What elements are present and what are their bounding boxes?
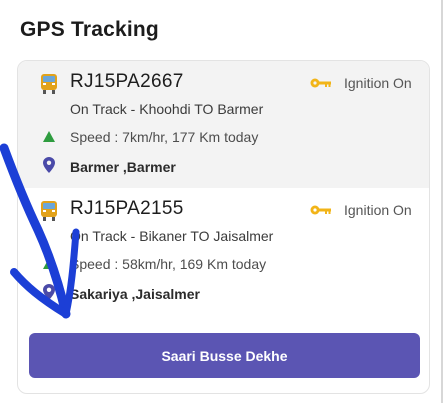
page-title: GPS Tracking: [20, 18, 159, 41]
ignition-status: Ignition On: [344, 75, 412, 91]
speed-up-arrow-icon: [43, 258, 55, 269]
speed-up-arrow-icon: [43, 131, 55, 142]
bus-icon: [41, 74, 57, 94]
vehicle-list-card: RJ15PA2667 Ignition On On Track - Khoohd…: [17, 60, 430, 394]
key-icon: [310, 78, 331, 88]
ignition-status: Ignition On: [344, 202, 412, 218]
vehicle-reg-number: RJ15PA2667: [70, 71, 184, 92]
vehicle-location: Sakariya ,Jaisalmer: [70, 286, 200, 302]
location-pin-icon: [43, 284, 55, 300]
vehicle-speed: Speed : 58km/hr, 169 Km today: [70, 256, 267, 272]
vehicle-item[interactable]: RJ15PA2155 Ignition On On Track - Bikane…: [18, 188, 429, 315]
vehicle-location: Barmer ,Barmer: [70, 159, 176, 175]
key-icon: [310, 205, 331, 215]
vehicle-route: On Track - Bikaner TO Jaisalmer: [70, 228, 274, 244]
vehicle-item[interactable]: RJ15PA2667 Ignition On On Track - Khoohd…: [18, 61, 429, 188]
vehicle-route: On Track - Khoohdi TO Barmer: [70, 101, 264, 117]
location-pin-icon: [43, 157, 55, 173]
view-all-buses-button[interactable]: Saari Busse Dekhe: [29, 333, 420, 378]
vehicle-reg-number: RJ15PA2155: [70, 198, 184, 219]
vehicle-speed: Speed : 7km/hr, 177 Km today: [70, 129, 259, 145]
bus-icon: [41, 201, 57, 221]
